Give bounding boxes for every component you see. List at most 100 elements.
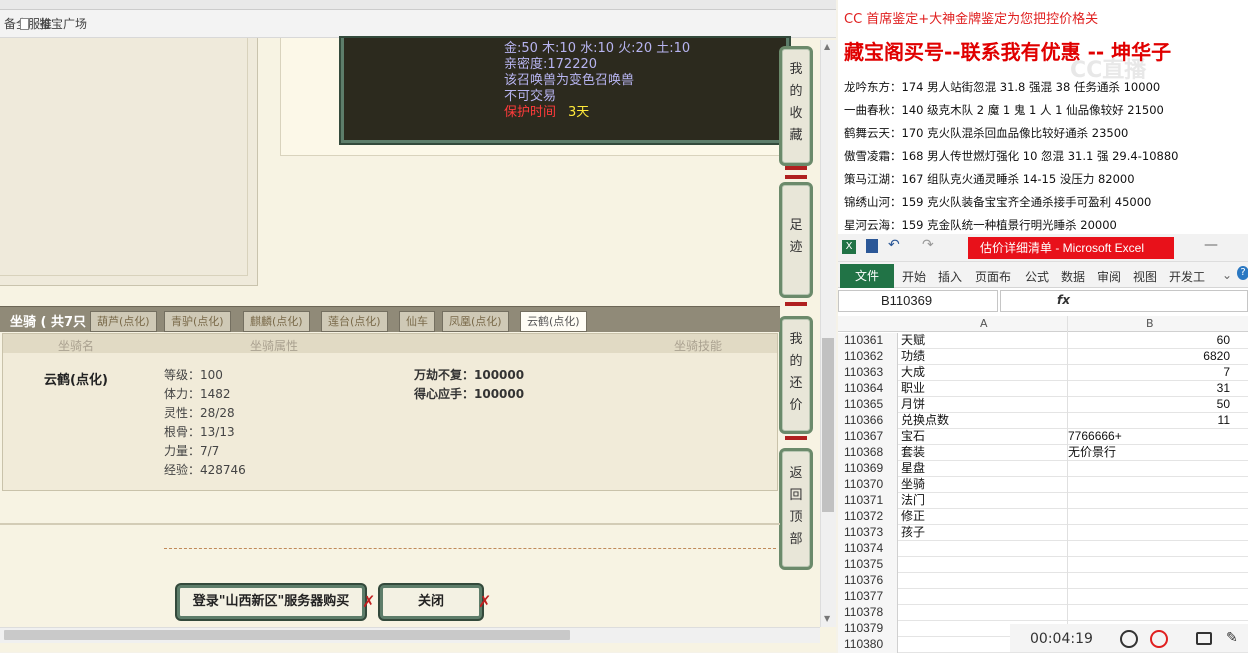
- cell-a[interactable]: 功绩: [901, 349, 925, 364]
- sheet-row[interactable]: 110370 坐骑: [838, 477, 1248, 493]
- cell-b[interactable]: 31: [1068, 381, 1230, 396]
- column-header-a[interactable]: A: [980, 317, 988, 330]
- cell-b[interactable]: 7766666+: [1068, 429, 1230, 444]
- bookmark-item[interactable]: 鉴宝广场: [16, 15, 87, 32]
- sheet-row[interactable]: 110377: [838, 589, 1248, 605]
- cell-a[interactable]: 宝石: [901, 429, 925, 444]
- tab-page-layout[interactable]: 页面布: [975, 268, 1011, 285]
- sheet-row[interactable]: 110368 套装 无价景行: [838, 445, 1248, 461]
- tab-file[interactable]: 文件: [840, 264, 894, 288]
- cell-a[interactable]: 法门: [901, 493, 925, 508]
- row-number[interactable]: 110361: [838, 333, 898, 349]
- tab-mount-7[interactable]: 云鹤(点化): [520, 311, 587, 332]
- sheet-row[interactable]: 110362 功绩 6820: [838, 349, 1248, 365]
- favorites-button[interactable]: 我的收藏: [779, 46, 813, 166]
- sheet-row[interactable]: 110365 月饼 50: [838, 397, 1248, 413]
- row-number[interactable]: 110370: [838, 477, 898, 493]
- stop-record-icon[interactable]: [1150, 630, 1168, 648]
- row-number[interactable]: 110371: [838, 493, 898, 509]
- row-number[interactable]: 110373: [838, 525, 898, 541]
- camera-icon[interactable]: [1196, 632, 1212, 645]
- sheet-row[interactable]: 110367 宝石 7766666+: [838, 429, 1248, 445]
- sheet-row[interactable]: 110364 职业 31: [838, 381, 1248, 397]
- tab-mount-6[interactable]: 凤凰(点化): [442, 311, 509, 332]
- tab-mount-1[interactable]: 葫芦(点化): [90, 311, 157, 332]
- row-number[interactable]: 110369: [838, 461, 898, 477]
- row-number[interactable]: 110366: [838, 413, 898, 429]
- cell-b[interactable]: 60: [1068, 333, 1230, 348]
- tab-mount-3[interactable]: 麒麟(点化): [243, 311, 310, 332]
- row-number[interactable]: 110374: [838, 541, 898, 557]
- close-button[interactable]: 关闭: [380, 585, 482, 619]
- formula-bar[interactable]: fx: [1000, 290, 1248, 312]
- row-number[interactable]: 110372: [838, 509, 898, 525]
- row-number[interactable]: 110363: [838, 365, 898, 381]
- tab-data[interactable]: 数据: [1061, 268, 1085, 285]
- tab-review[interactable]: 审阅: [1097, 268, 1121, 285]
- minimize-icon[interactable]: —: [1204, 237, 1218, 253]
- pause-icon[interactable]: [1120, 630, 1138, 648]
- cell-a[interactable]: 兑换点数: [901, 413, 949, 428]
- cell-b[interactable]: 7: [1068, 365, 1230, 380]
- cell-a[interactable]: 星盘: [901, 461, 925, 476]
- vertical-scrollbar[interactable]: [820, 40, 836, 627]
- name-box[interactable]: B110369: [838, 290, 998, 312]
- sheet-row[interactable]: 110373 孩子: [838, 525, 1248, 541]
- cell-a[interactable]: 坐骑: [901, 477, 925, 492]
- sheet-row[interactable]: 110369 星盘: [838, 461, 1248, 477]
- row-number[interactable]: 110362: [838, 349, 898, 365]
- pen-icon[interactable]: ✎: [1226, 630, 1244, 648]
- cell-b[interactable]: 11: [1068, 413, 1230, 428]
- tab-mount-5[interactable]: 仙车: [399, 311, 435, 332]
- sheet-row[interactable]: 110376: [838, 573, 1248, 589]
- vertical-scroll-thumb[interactable]: [822, 338, 834, 512]
- scroll-down-icon[interactable]: ▼: [824, 614, 830, 623]
- tab-formulas[interactable]: 公式: [1025, 268, 1049, 285]
- row-number[interactable]: 110380: [838, 637, 898, 653]
- cell-a[interactable]: 月饼: [901, 397, 925, 412]
- sheet-row[interactable]: 110363 大成 7: [838, 365, 1248, 381]
- row-number[interactable]: 110375: [838, 557, 898, 573]
- sheet-row[interactable]: 110366 兑换点数 11: [838, 413, 1248, 429]
- sheet-row[interactable]: 110375: [838, 557, 1248, 573]
- back-to-top-button[interactable]: 返回顶部: [779, 448, 813, 570]
- sheet-row[interactable]: 110378: [838, 605, 1248, 621]
- scroll-up-icon[interactable]: ▲: [824, 42, 830, 51]
- row-number[interactable]: 110365: [838, 397, 898, 413]
- row-number[interactable]: 110367: [838, 429, 898, 445]
- sheet-row[interactable]: 110374: [838, 541, 1248, 557]
- undo-icon[interactable]: ↶: [888, 237, 900, 253]
- row-number[interactable]: 110378: [838, 605, 898, 621]
- horizontal-scroll-thumb[interactable]: [4, 630, 570, 640]
- collapse-ribbon-icon[interactable]: ⌄: [1222, 268, 1232, 282]
- tab-mount-2[interactable]: 青驴(点化): [164, 311, 231, 332]
- cell-b[interactable]: 无价景行: [1068, 445, 1230, 460]
- row-number[interactable]: 110379: [838, 621, 898, 637]
- cell-a[interactable]: 大成: [901, 365, 925, 380]
- redo-icon[interactable]: ↷: [922, 237, 934, 253]
- login-buy-button[interactable]: 登录"山西新区"服务器购买: [177, 585, 365, 619]
- row-number[interactable]: 110377: [838, 589, 898, 605]
- footprint-button[interactable]: 足迹: [779, 182, 813, 298]
- cell-b[interactable]: 6820: [1068, 349, 1230, 364]
- cell-a[interactable]: 职业: [901, 381, 925, 396]
- sheet-row[interactable]: 110361 天赋 60: [838, 333, 1248, 349]
- help-icon[interactable]: ?: [1237, 266, 1248, 280]
- tab-home[interactable]: 开始: [902, 268, 926, 285]
- cell-a[interactable]: 修正: [901, 509, 925, 524]
- sheet-row[interactable]: 110371 法门: [838, 493, 1248, 509]
- column-header-b[interactable]: B: [1146, 317, 1154, 330]
- tab-view[interactable]: 视图: [1133, 268, 1157, 285]
- row-number[interactable]: 110376: [838, 573, 898, 589]
- row-number[interactable]: 110368: [838, 445, 898, 461]
- sheet-row[interactable]: 110372 修正: [838, 509, 1248, 525]
- cell-b[interactable]: 50: [1068, 397, 1230, 412]
- cell-a[interactable]: 孩子: [901, 525, 925, 540]
- tab-mount-4[interactable]: 莲台(点化): [321, 311, 388, 332]
- cell-a[interactable]: 套装: [901, 445, 925, 460]
- save-icon[interactable]: [866, 239, 878, 253]
- tab-developer[interactable]: 开发工: [1169, 268, 1205, 285]
- tab-insert[interactable]: 插入: [938, 268, 962, 285]
- my-offer-button[interactable]: 我的还价: [779, 316, 813, 434]
- row-number[interactable]: 110364: [838, 381, 898, 397]
